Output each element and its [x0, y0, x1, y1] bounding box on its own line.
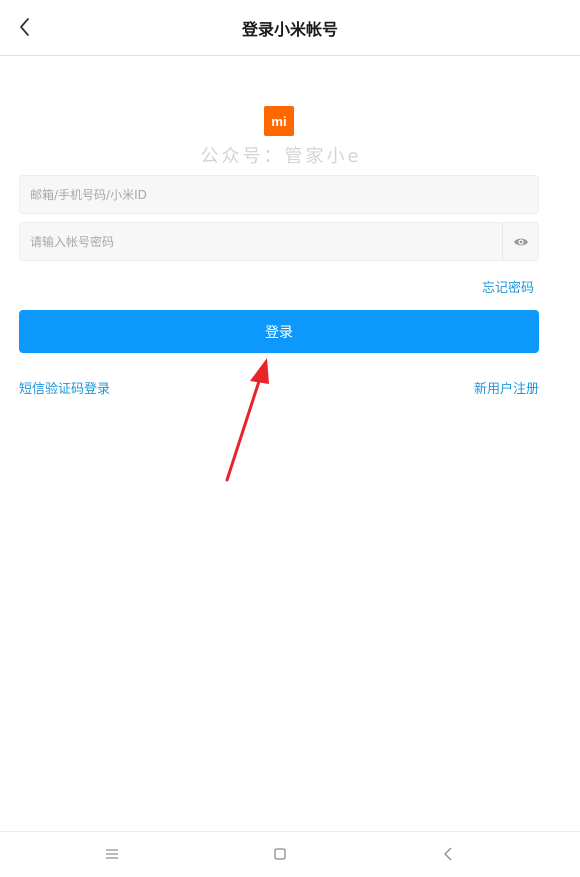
square-home-icon — [274, 848, 286, 860]
watermark-text: 公众号：管家小e — [200, 146, 362, 167]
login-page: 登录小米帐号 mi 公众号：管家小e 忘记密码 登录 短信验证码登录 新用户注册 — [0, 0, 580, 877]
register-link[interactable]: 新用户注册 — [474, 378, 539, 397]
account-input[interactable] — [20, 176, 538, 213]
account-field[interactable] — [19, 175, 539, 214]
back-triangle-icon — [444, 847, 452, 861]
home-button[interactable] — [268, 842, 292, 866]
mi-logo-text: mi — [271, 113, 287, 129]
header-bar: 登录小米帐号 — [0, 0, 580, 56]
show-password-toggle[interactable] — [502, 223, 538, 260]
system-navbar — [0, 831, 580, 877]
menu-button[interactable] — [100, 842, 124, 866]
menu-icon — [106, 849, 118, 859]
sms-login-link[interactable]: 短信验证码登录 — [19, 378, 110, 397]
nav-back-button[interactable] — [436, 842, 460, 866]
password-input[interactable] — [20, 223, 500, 260]
eye-icon — [513, 238, 528, 245]
login-button[interactable]: 登录 — [19, 310, 539, 353]
page-title: 登录小米帐号 — [241, 20, 338, 39]
forgot-password-link[interactable]: 忘记密码 — [482, 277, 534, 296]
password-field[interactable] — [19, 222, 539, 261]
mi-logo: mi — [264, 106, 294, 136]
